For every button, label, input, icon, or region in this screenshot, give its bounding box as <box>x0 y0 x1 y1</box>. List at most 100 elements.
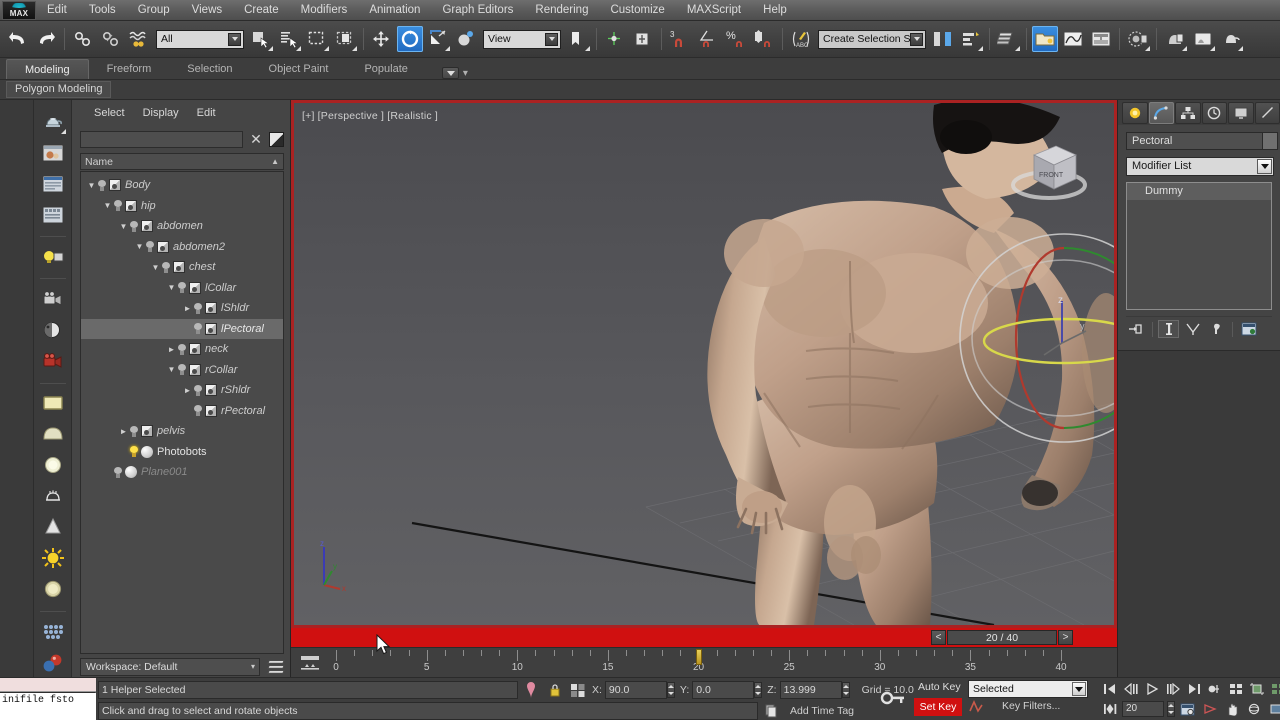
remove-modifier-icon[interactable] <box>1206 320 1227 338</box>
time-ruler[interactable]: 0 5 10 15 20 25 30 35 40 <box>291 647 1117 677</box>
camera-red-icon[interactable] <box>39 347 67 374</box>
tree-item-neck[interactable]: ► neck <box>81 339 283 360</box>
tab-selection[interactable]: Selection <box>169 59 250 79</box>
spinner-snap-toggle-icon[interactable] <box>751 26 777 52</box>
y-spinner[interactable] <box>754 682 763 698</box>
tree-item-plane001[interactable]: Plane001 <box>81 462 283 483</box>
view-cube[interactable]: FRONT <box>1006 133 1092 207</box>
menu-item-rendering[interactable]: Rendering <box>524 0 599 21</box>
maximize-viewport-icon[interactable] <box>1266 700 1280 718</box>
key-mode-toggle-small-icon[interactable] <box>1100 700 1119 718</box>
teapot-object-icon[interactable] <box>39 108 67 135</box>
visibility-bulb-icon[interactable] <box>130 220 138 232</box>
bind-to-space-warp-icon[interactable] <box>126 26 152 52</box>
render-setup-panel-icon[interactable] <box>39 201 67 228</box>
tree-item-pelvis[interactable]: ► pelvis <box>81 421 283 442</box>
key-mode-icon[interactable] <box>1205 680 1224 698</box>
material-editor-icon[interactable] <box>1125 26 1151 52</box>
undo-icon[interactable] <box>5 26 31 52</box>
schematic-view-icon[interactable] <box>1088 26 1114 52</box>
chevron-down-icon[interactable] <box>228 32 241 46</box>
set-key-button[interactable]: Set Key <box>914 698 962 716</box>
pin-stack-icon[interactable] <box>518 681 544 699</box>
material-spheres-icon[interactable] <box>39 649 67 676</box>
tab-object-paint[interactable]: Object Paint <box>251 59 347 79</box>
align-icon[interactable] <box>958 26 984 52</box>
make-unique-icon[interactable] <box>1182 320 1203 338</box>
redo-icon[interactable] <box>33 26 59 52</box>
visibility-bulb-icon[interactable] <box>178 282 186 294</box>
time-configuration-icon[interactable] <box>299 654 321 672</box>
z-coordinate-field[interactable]: 13.999 <box>779 681 842 699</box>
clear-search-icon[interactable]: ✕ <box>249 131 263 148</box>
select-and-scale-icon[interactable] <box>425 26 451 52</box>
tree-item-rpectoral[interactable]: rPectoral <box>81 401 283 422</box>
select-and-rotate-icon[interactable] <box>397 26 423 52</box>
show-end-result-icon[interactable] <box>1158 320 1179 338</box>
time-slider-bar[interactable]: < 20 / 40 > <box>291 628 1117 647</box>
previous-frame-icon[interactable] <box>1121 680 1140 698</box>
menu-item-tools[interactable]: Tools <box>78 0 127 21</box>
hierarchy-tab-icon[interactable] <box>1175 101 1201 124</box>
sun-light-icon[interactable] <box>39 545 67 572</box>
menu-item-graph-editors[interactable]: Graph Editors <box>431 0 524 21</box>
current-frame-input[interactable]: 20 <box>1122 701 1164 717</box>
visibility-bulb-icon[interactable] <box>130 446 138 458</box>
named-selection-set-combo[interactable]: Create Selection Se <box>818 29 926 49</box>
tree-item-photobots[interactable]: Photobots <box>81 442 283 463</box>
snaps-toggle-icon[interactable]: 3 <box>667 26 693 52</box>
tree-item-chest[interactable]: ▼ chest <box>81 257 283 278</box>
percent-snap-toggle-icon[interactable]: % <box>723 26 749 52</box>
tree-item-rcollar[interactable]: ▼ rCollar <box>81 360 283 381</box>
next-frame-button[interactable]: > <box>1058 630 1073 645</box>
copy-prompt-icon[interactable] <box>758 704 784 718</box>
chevron-down-icon[interactable]: ▾ <box>251 659 255 675</box>
select-and-place-icon[interactable] <box>453 26 479 52</box>
visibility-bulb-icon[interactable] <box>146 241 154 253</box>
curve-editor-icon[interactable] <box>1060 26 1086 52</box>
play-animation-icon[interactable] <box>1142 680 1161 698</box>
visibility-bulb-icon[interactable] <box>114 466 122 478</box>
utilities-tab-icon[interactable] <box>1254 101 1280 124</box>
explorer-menu-edit[interactable]: Edit <box>197 107 216 119</box>
tree-item-lshldr[interactable]: ► lShldr <box>81 298 283 319</box>
menu-item-edit[interactable]: Edit <box>36 0 78 21</box>
array-icon[interactable] <box>39 618 67 645</box>
object-color-swatch[interactable] <box>1262 132 1278 150</box>
menu-item-animation[interactable]: Animation <box>358 0 431 21</box>
chevron-right-icon[interactable]: ► <box>117 427 130 436</box>
tab-populate[interactable]: Populate <box>346 59 425 79</box>
use-pivot-point-center-icon[interactable] <box>565 26 591 52</box>
cone-icon[interactable] <box>39 514 67 541</box>
zoom-extents-all-icon[interactable] <box>1268 680 1280 698</box>
menu-item-views[interactable]: Views <box>181 0 233 21</box>
key-mode-toggle-icon[interactable] <box>880 690 906 706</box>
circle-light-icon[interactable] <box>39 452 67 479</box>
tree-item-body[interactable]: ▼ Body <box>81 175 283 196</box>
explorer-menu-display[interactable]: Display <box>143 107 179 119</box>
visibility-bulb-icon[interactable] <box>194 302 202 314</box>
disc-icon[interactable] <box>39 576 67 603</box>
material-map-browser-icon[interactable] <box>39 139 67 166</box>
sphere-icon[interactable] <box>39 421 67 448</box>
modify-tab-icon[interactable] <box>1148 101 1174 124</box>
tree-item-rshldr[interactable]: ► rShldr <box>81 380 283 401</box>
maxscript-mini-listener[interactable]: inifile fsto <box>0 678 96 720</box>
layers-icon[interactable] <box>267 660 285 674</box>
menu-item-group[interactable]: Group <box>127 0 181 21</box>
z-spinner[interactable] <box>841 682 850 698</box>
chevron-right-icon[interactable]: ► <box>181 304 194 313</box>
tree-item-hip[interactable]: ▼ hip <box>81 196 283 217</box>
chevron-down-icon[interactable]: ▼ <box>165 283 178 292</box>
key-filters-button[interactable]: Key Filters... <box>1002 700 1060 712</box>
workspace-selector[interactable]: Workspace: Default ▾ <box>80 658 260 676</box>
angle-snap-toggle-icon[interactable] <box>695 26 721 52</box>
create-tab-icon[interactable] <box>1122 101 1148 124</box>
set-key-curve-icon[interactable] <box>968 699 990 715</box>
pan-view-icon[interactable] <box>1222 700 1241 718</box>
object-name-field[interactable]: Pectoral <box>1126 132 1274 150</box>
select-and-move-icon[interactable] <box>369 26 395 52</box>
box-icon[interactable] <box>39 390 67 417</box>
current-frame-display[interactable]: 20 / 40 <box>947 630 1057 645</box>
filter-icon[interactable] <box>269 131 284 147</box>
